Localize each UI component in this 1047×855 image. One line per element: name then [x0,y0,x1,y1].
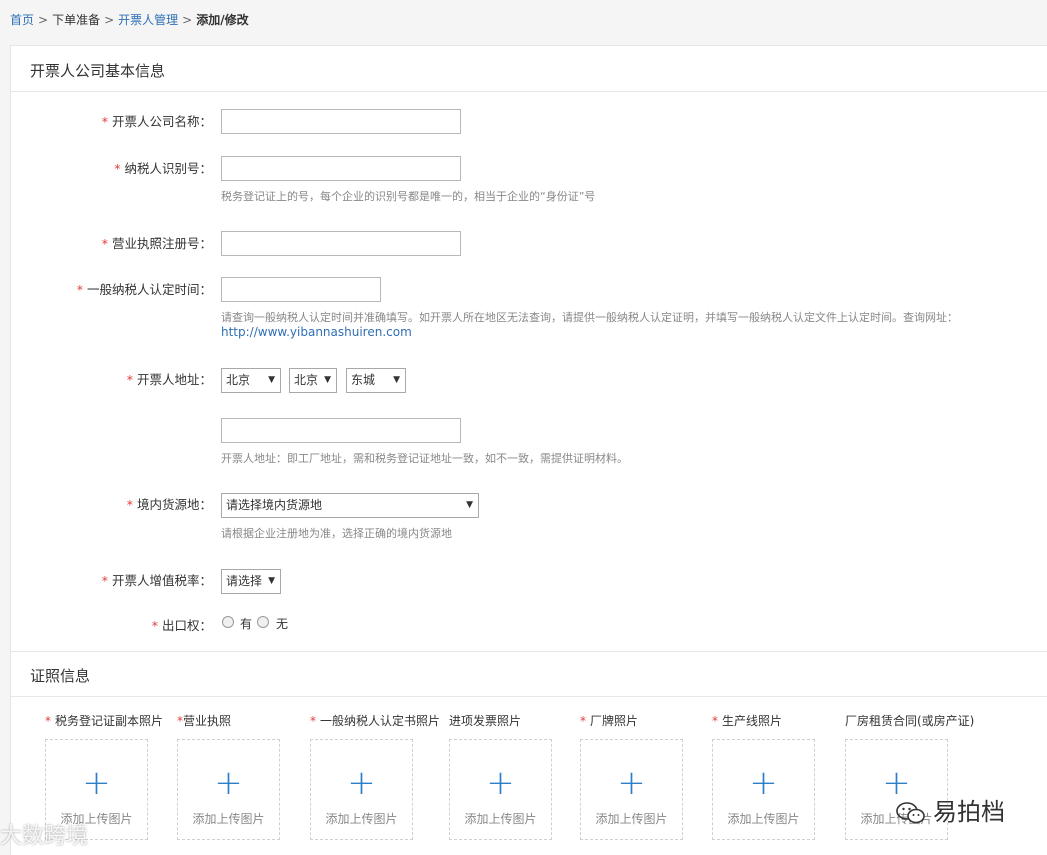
source-hint: 请根据企业注册地为准，选择正确的境内货源地 [221,527,452,540]
chevron-down-icon: ▼ [324,375,331,385]
upload-label-general-taxpayer: * 一般纳税人认定书照片 [310,714,441,728]
address-detail-input[interactable] [221,418,461,443]
vat-rate-select[interactable]: 请选择 ▼ [221,569,281,594]
upload-text: 添加上传图片 [464,812,537,826]
section-license-title: 证照信息 [30,667,91,685]
export-yes-label: 有 [240,617,253,631]
breadcrumb-order-prep[interactable]: 下单准备 [52,13,100,27]
export-yes-radio[interactable] [222,616,234,628]
export-label: * 出口权： [151,618,212,633]
section-basic-info-header: 开票人公司基本信息 [11,46,1047,92]
chevron-down-icon: ▼ [466,500,473,510]
taxpayer-id-hint: 税务登记证上的号，每个企业的识别号都是唯一的，相当于企业的“身份证”号 [221,190,596,203]
source-label: * 境内货源地： [126,497,212,512]
upload-text: 添加上传图片 [727,812,800,826]
general-time-label: * 一般纳税人认定时间： [76,282,212,297]
upload-box-general-taxpayer[interactable]: + 添加上传图片 [310,739,413,840]
chevron-down-icon: ▼ [268,375,275,385]
province-select[interactable]: 北京 ▼ [221,368,281,393]
city-select[interactable]: 北京 ▼ [289,368,337,393]
upload-label-business-license: *营业执照 [177,714,232,728]
form-panel: 开票人公司基本信息 * 开票人公司名称： * 纳税人识别号： 税务登记证上的号，每个… [10,45,1047,855]
upload-text: 添加上传图片 [595,812,668,826]
plus-icon: + [617,763,646,803]
upload-box-production-line[interactable]: + 添加上传图片 [712,739,815,840]
wechat-icon [896,802,925,824]
plus-icon: + [749,763,778,803]
plus-icon: + [82,763,111,803]
section-basic-info-title: 开票人公司基本信息 [30,62,166,80]
chevron-down-icon: ▼ [393,375,400,385]
upload-label-production-line: * 生产线照片 [712,714,783,728]
breadcrumb-separator: > [182,13,193,27]
breadcrumb-invoicer-manage[interactable]: 开票人管理 [118,13,178,27]
source-select[interactable]: 请选择境内货源地 ▼ [221,493,479,518]
vat-rate-label: * 开票人增值税率： [101,573,212,588]
address-label: * 开票人地址： [126,372,212,387]
export-no-label: 无 [276,617,289,631]
upload-box-business-license[interactable]: + 添加上传图片 [177,739,280,840]
upload-text: 添加上传图片 [325,812,398,826]
section-license-header: 证照信息 [11,651,1047,697]
upload-box-factory-sign[interactable]: + 添加上传图片 [580,739,683,840]
upload-label-tax-cert: * 税务登记证副本照片 [45,714,164,728]
taxpayer-id-label: * 纳税人识别号： [114,161,212,176]
breadcrumb-current: 添加/修改 [196,13,249,27]
plus-icon: + [347,763,376,803]
watermark-right: 易拍档 [895,792,1005,827]
watermark-left: 大数跨境 [0,824,89,849]
upload-label-input-invoice: 进项发票照片 [449,714,522,728]
company-name-label: * 开票人公司名称： [101,114,212,129]
general-time-input[interactable] [221,277,381,302]
breadcrumb: 首页 > 下单准备 > 开票人管理 > 添加/修改 [10,11,249,28]
upload-label-factory-sign: * 厂牌照片 [580,714,639,728]
plus-icon: + [486,763,515,803]
plus-icon: + [214,763,243,803]
breadcrumb-separator: > [104,13,115,27]
general-time-hint: 请查询一般纳税人认定时间并准确填写。如开票人所在地区无法查询，请提供一般纳税人认… [221,311,958,324]
upload-box-input-invoice[interactable]: + 添加上传图片 [449,739,552,840]
breadcrumb-home[interactable]: 首页 [10,13,34,27]
general-time-link[interactable]: http://www.yibannashuiren.com [221,325,412,340]
address-hint: 开票人地址：即工厂地址，需和税务登记证地址一致，如不一致，需提供证明材料。 [221,452,628,465]
taxpayer-id-input[interactable] [221,156,461,181]
upload-label-lease-contract: 厂房租赁合同(或房产证) [845,714,975,728]
export-no-radio[interactable] [257,616,269,628]
breadcrumb-separator: > [38,13,49,27]
license-no-input[interactable] [221,231,461,256]
upload-text: 添加上传图片 [192,812,265,826]
license-no-label: * 营业执照注册号： [101,236,212,251]
chevron-down-icon: ▼ [268,576,275,586]
district-select[interactable]: 东城 ▼ [346,368,406,393]
company-name-input[interactable] [221,109,461,134]
